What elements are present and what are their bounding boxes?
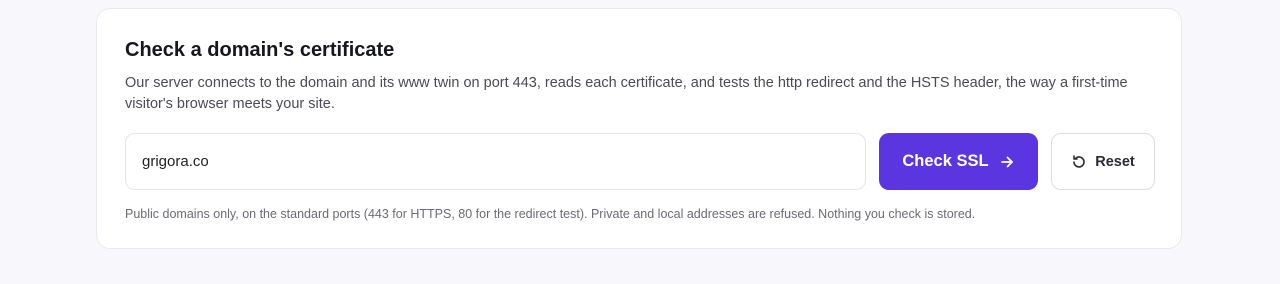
ssl-check-card: Check a domain's certificate Our server …: [96, 8, 1182, 249]
reset-label: Reset: [1095, 153, 1135, 170]
rotate-ccw-icon: [1071, 154, 1087, 170]
arrow-right-icon: [999, 154, 1015, 170]
domain-input-wrapper: [125, 133, 866, 190]
domain-input[interactable]: [126, 134, 865, 189]
check-ssl-button[interactable]: Check SSL: [879, 133, 1038, 190]
card-description: Our server connects to the domain and it…: [125, 75, 1128, 112]
reset-button[interactable]: Reset: [1051, 133, 1155, 190]
card-title: Check a domain's certificate: [125, 39, 395, 61]
check-ssl-label: Check SSL: [902, 152, 989, 170]
privacy-note: Public domains only, on the standard por…: [125, 207, 976, 221]
